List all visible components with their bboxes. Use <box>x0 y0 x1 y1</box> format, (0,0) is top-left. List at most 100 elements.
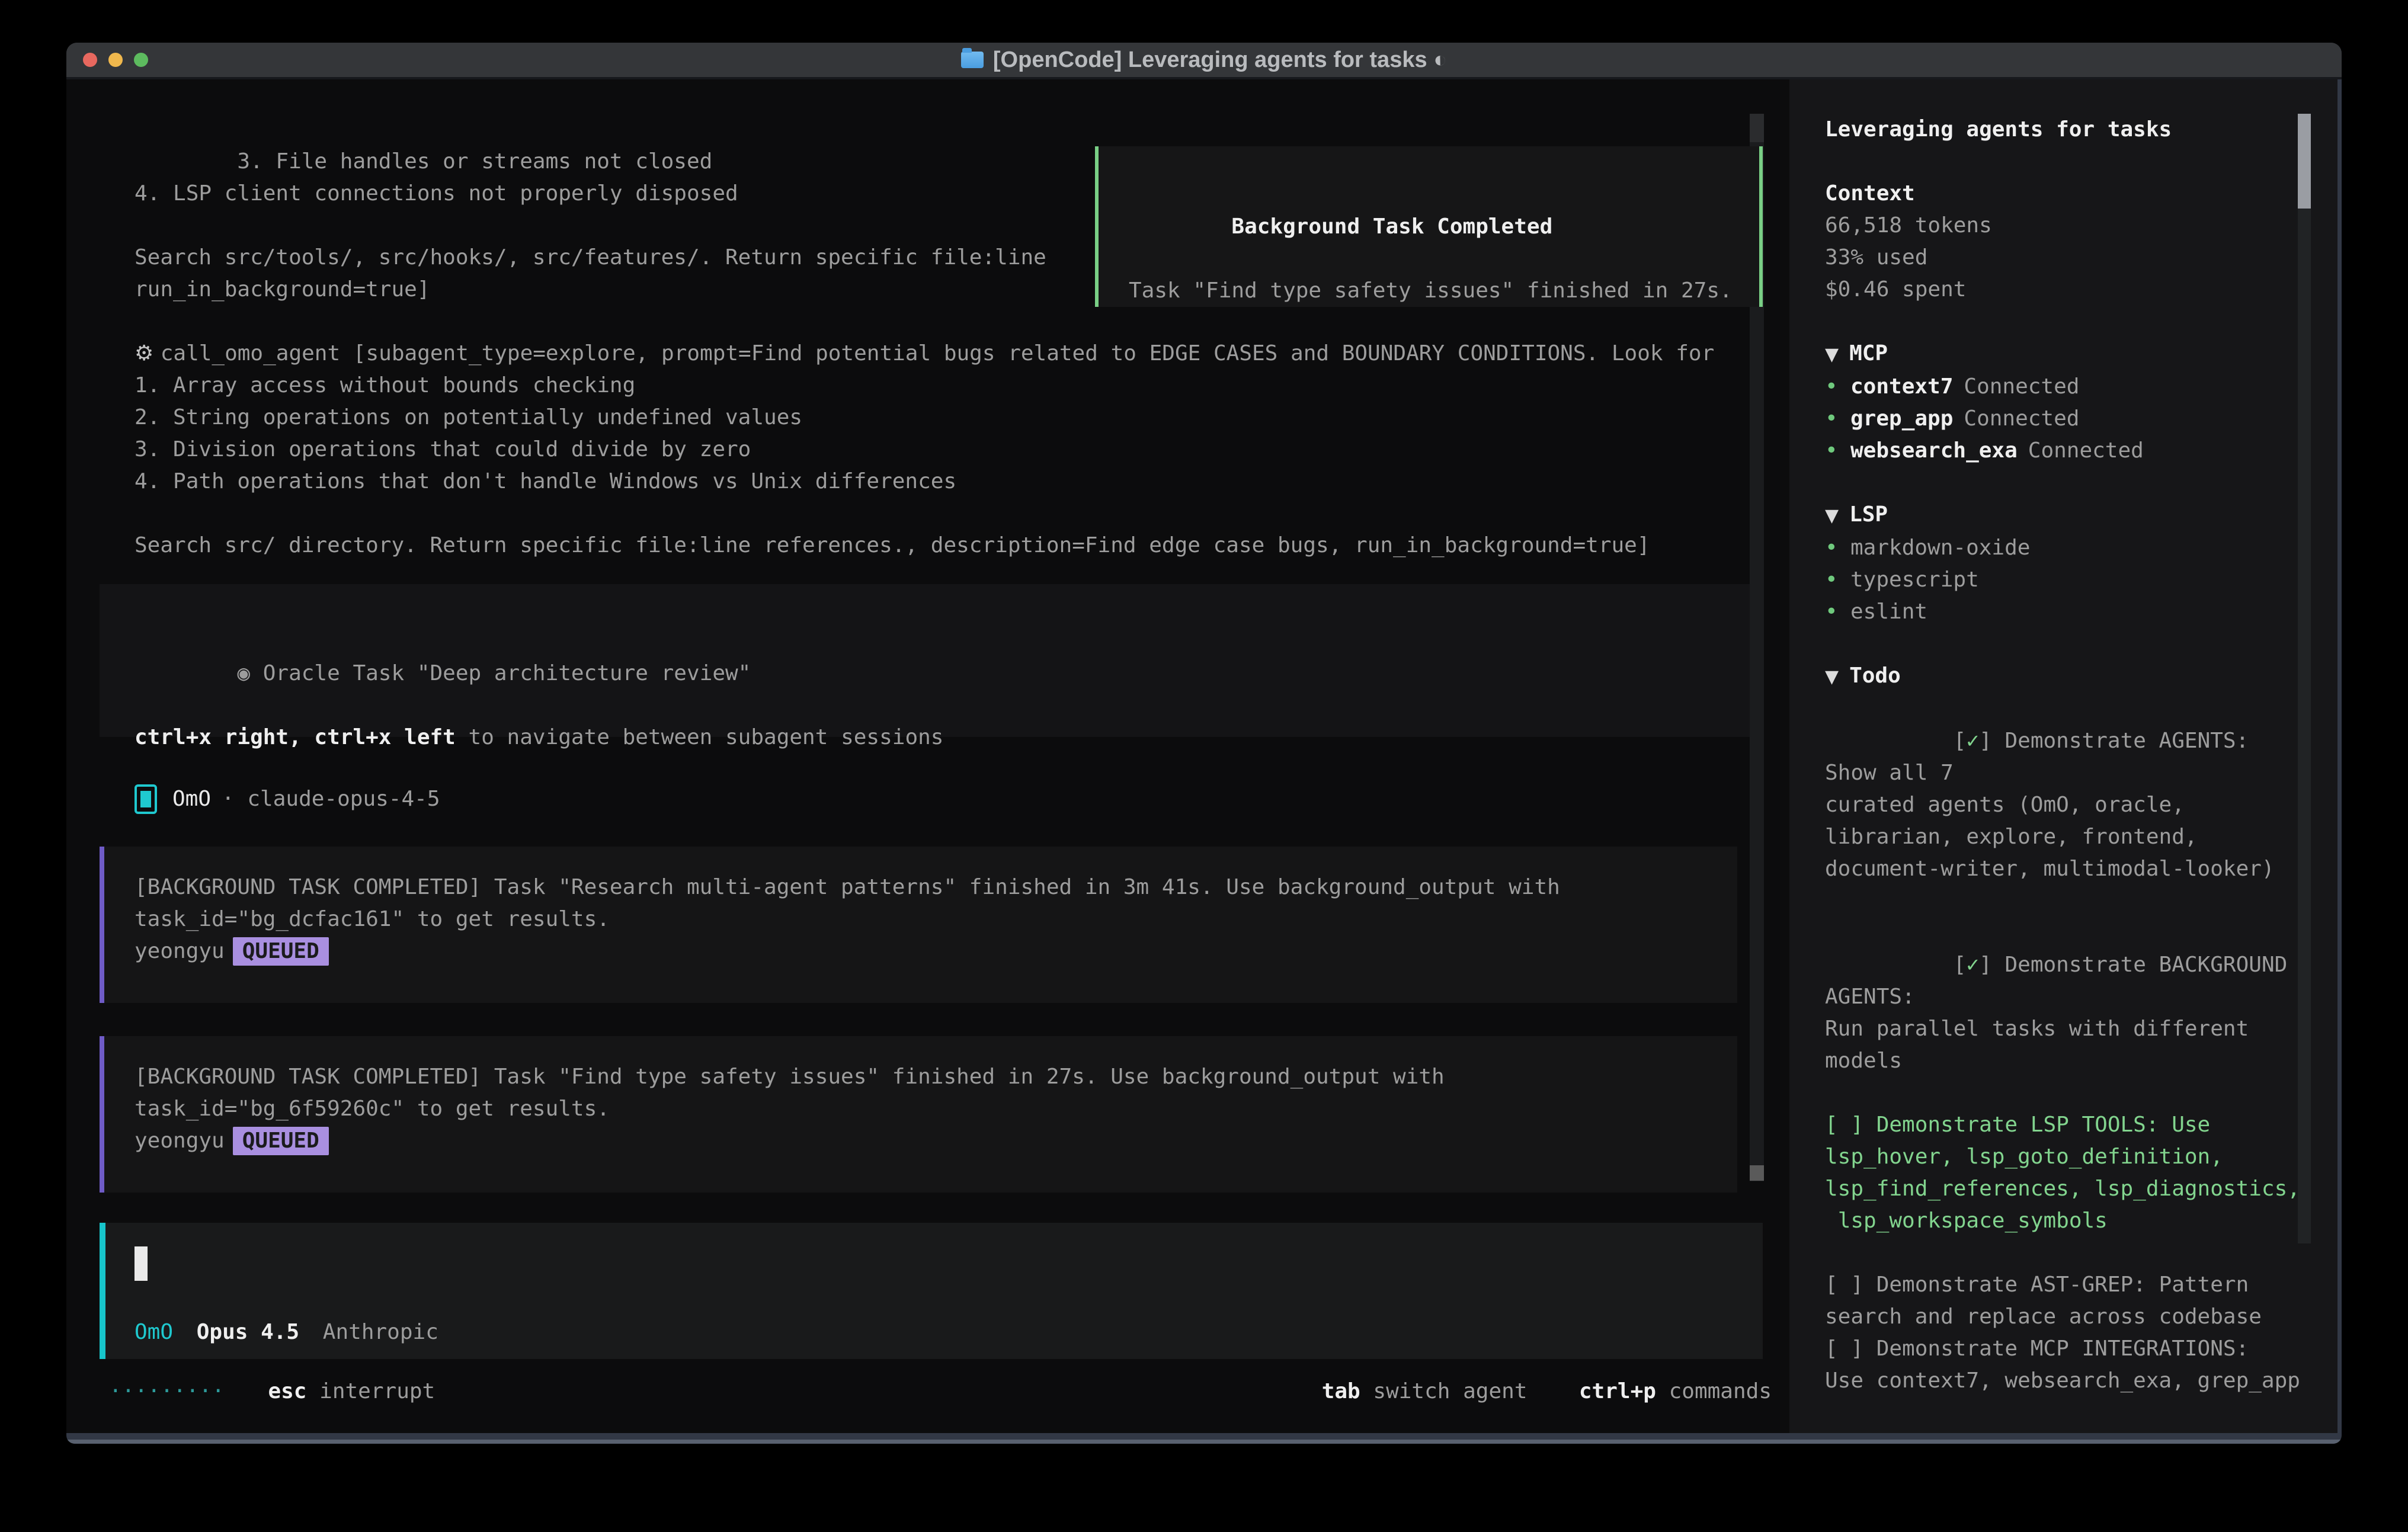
message-text: [BACKGROUND TASK COMPLETED] Task "Find t… <box>135 1061 1737 1125</box>
mcp-item-name: websearch_exa <box>1850 438 2018 463</box>
todo-bracket: [ <box>1954 729 1967 753</box>
todo-heading-label: Todo <box>1849 664 1901 688</box>
mcp-item-status: Connected <box>1964 406 2079 431</box>
status-dot-icon: • <box>1825 596 1850 628</box>
todo-item-pending: [ ] Demonstrate MULTIMODAL: Use <box>1825 1429 2306 1433</box>
status-dot-icon: • <box>1825 532 1850 564</box>
context-heading: Context <box>1825 178 2306 210</box>
oracle-task-box: ◉ Oracle Task "Deep architecture review"… <box>100 584 1763 737</box>
message-meta: yeongyu QUEUED <box>135 935 1737 967</box>
check-icon: ✓ <box>1966 729 1979 753</box>
message-block: [BACKGROUND TASK COMPLETED] Task "Find t… <box>100 1036 1737 1193</box>
mcp-item: •context7 Connected <box>1825 371 2306 403</box>
agent-header: OmO · claude-opus-4-5 <box>135 781 440 817</box>
minimize-button[interactable] <box>108 53 123 67</box>
lsp-item: •typescript <box>1825 564 2306 596</box>
esc-key-label: interrupt <box>306 1379 435 1403</box>
todo-item-text: ] Demonstrate BACKGROUND AGENTS: Run par… <box>1825 953 2300 1073</box>
lsp-heading[interactable]: ▼ LSP <box>1825 499 2306 532</box>
chevron-down-icon: ▼ <box>1825 500 1839 532</box>
lsp-item: •eslint <box>1825 596 2306 628</box>
mcp-item-status: Connected <box>1964 374 2079 399</box>
lsp-item-name: typescript <box>1850 568 1979 592</box>
input-provider-name: Anthropic <box>323 1320 438 1344</box>
mcp-item: •websearch_exaConnected <box>1825 435 2306 467</box>
window-bottom-edge <box>66 1440 2342 1444</box>
message-text: [BACKGROUND TASK COMPLETED] Task "Resear… <box>135 871 1737 935</box>
oracle-task-title: ◉ Oracle Task "Deep architecture review" <box>237 661 751 685</box>
spinner-icon: ········· <box>109 1379 225 1403</box>
oracle-shortcut-keys: ctrl+x right, ctrl+x left <box>135 725 456 749</box>
check-icon: ✓ <box>1966 953 1979 977</box>
status-dot-icon: • <box>1825 564 1850 596</box>
message-author: yeongyu <box>135 939 225 963</box>
status-right: tab switch agent ctrl+p commands <box>1322 1376 1772 1408</box>
sidebar: Leveraging agents for tasks Context 66,5… <box>1789 79 2337 1433</box>
status-dot-icon: • <box>1825 371 1850 403</box>
tab-key-label: switch agent <box>1360 1379 1528 1403</box>
lsp-heading-label: LSP <box>1849 502 1888 527</box>
text-cursor <box>135 1246 148 1281</box>
message-author: yeongyu <box>135 1129 225 1153</box>
status-left: ········· esc interrupt <box>109 1376 435 1408</box>
log-text-toolcall: call_omo_agent [subagent_type=explore, p… <box>135 341 1714 557</box>
oracle-shortcut-hint: to navigate between subagent sessions <box>456 725 944 749</box>
agent-model: · claude-opus-4-5 <box>222 783 440 815</box>
agent-icon <box>135 784 157 814</box>
close-button[interactable] <box>83 53 97 67</box>
title-bar[interactable]: [OpenCode] Leveraging agents for tasks ◐ <box>66 43 2342 79</box>
lsp-item: •markdown-oxide <box>1825 532 2306 564</box>
todo-item-done: [✓] Demonstrate BACKGROUND AGENTS: Run p… <box>1825 917 2306 1109</box>
chevron-down-icon: ▼ <box>1825 339 1839 371</box>
message-meta: yeongyuQUEUED <box>135 1125 1737 1157</box>
input-agent-name: OmO <box>135 1320 173 1344</box>
mcp-item-name: context7 <box>1850 374 1953 399</box>
toast-body: Task "Find type safety issues" finished … <box>1129 278 1733 303</box>
agent-name: OmO <box>172 783 211 815</box>
session-title: Leveraging agents for tasks <box>1825 114 2306 146</box>
mcp-item-name: grep_app <box>1850 406 1953 431</box>
toast-title: Background Task Completed <box>1231 214 1552 239</box>
status-badge: QUEUED <box>233 937 329 966</box>
mcp-heading[interactable]: ▼ MCP <box>1825 338 2306 371</box>
context-spent: $0.46 spent <box>1825 274 2306 306</box>
sidebar-scrollbar[interactable] <box>2298 114 2311 1243</box>
todo-item-active: [ ] Demonstrate LSP TOOLS: Use lsp_hover… <box>1825 1109 2306 1237</box>
input-model-name: Opus 4.5 <box>197 1320 299 1344</box>
mcp-heading-label: MCP <box>1849 341 1888 366</box>
terminal-main-pane[interactable]: 3. File handles or streams not closed 4.… <box>66 79 1789 1433</box>
todo-item-text: ] Demonstrate AGENTS: Show all 7 curated… <box>1825 729 2275 881</box>
input-model-row: OmO Opus 4.5 Anthropic <box>135 1316 438 1348</box>
window-content: 3. File handles or streams not closed 4.… <box>66 79 2337 1433</box>
esc-key-hint: esc <box>268 1379 306 1403</box>
main-scrollbar-thumb[interactable] <box>1750 1165 1764 1181</box>
opencode-window: [OpenCode] Leveraging agents for tasks ◐… <box>66 43 2342 1444</box>
todo-bracket: [ <box>1954 953 1967 977</box>
status-dot-icon: • <box>1825 403 1850 435</box>
sidebar-content: Leveraging agents for tasks Context 66,5… <box>1825 114 2306 1433</box>
lsp-item-name: eslint <box>1850 600 1927 624</box>
window-title: [OpenCode] Leveraging agents for tasks ◐ <box>993 44 1447 76</box>
message-block: [BACKGROUND TASK COMPLETED] Task "Resear… <box>100 847 1737 1003</box>
status-bar: ········· esc interrupt tab switch agent… <box>109 1376 1772 1408</box>
context-used: 33% used <box>1825 242 2306 274</box>
tab-key-hint: tab <box>1322 1379 1360 1403</box>
zoom-button[interactable] <box>134 53 148 67</box>
mcp-item-status: Connected <box>2028 438 2144 463</box>
ctrlp-key-hint: ctrl+p <box>1579 1379 1656 1403</box>
log-text-top: 3. File handles or streams not closed 4.… <box>135 149 1046 302</box>
traffic-lights <box>83 53 148 67</box>
mcp-item: •grep_app Connected <box>1825 403 2306 435</box>
sidebar-scrollbar-thumb[interactable] <box>2298 114 2311 209</box>
todo-item-pending: [ ] Demonstrate MCP INTEGRATIONS: Use co… <box>1825 1333 2306 1397</box>
lsp-item-name: markdown-oxide <box>1850 536 2030 560</box>
ctrlp-key-label: commands <box>1656 1379 1772 1403</box>
main-scrollbar-cap <box>1750 114 1764 142</box>
chevron-down-icon: ▼ <box>1825 661 1839 693</box>
prompt-input[interactable]: OmO Opus 4.5 Anthropic <box>100 1223 1763 1359</box>
background-task-toast: Background Task Completed Task "Find typ… <box>1095 146 1763 307</box>
context-tokens: 66,518 tokens <box>1825 210 2306 242</box>
todo-heading[interactable]: ▼ Todo <box>1825 660 2306 693</box>
folder-icon <box>961 52 984 68</box>
window-title-group: [OpenCode] Leveraging agents for tasks ◐ <box>961 44 1447 76</box>
